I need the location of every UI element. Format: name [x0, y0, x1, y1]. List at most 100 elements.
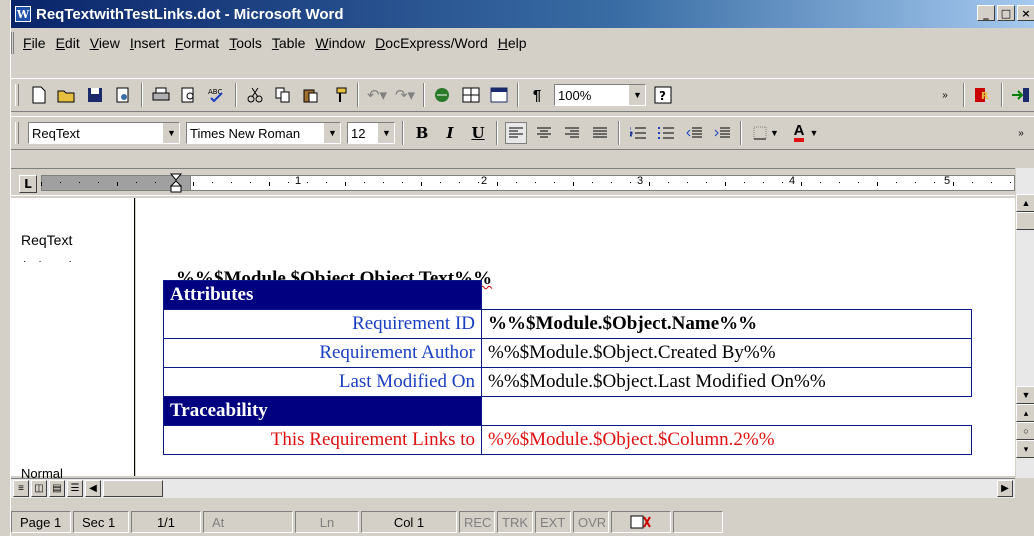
align-center-icon[interactable] [533, 122, 555, 144]
close-button[interactable]: × [1017, 5, 1034, 21]
web-layout-icon[interactable]: ◫ [31, 480, 47, 497]
paste-icon[interactable] [300, 84, 322, 106]
table-row[interactable]: Requirement ID %%$Module.$Object.Name%% [163, 309, 972, 339]
row-label[interactable]: Traceability [163, 396, 482, 426]
status-ext[interactable]: EXT [535, 511, 571, 533]
decrease-indent-icon[interactable] [683, 122, 705, 144]
status-page[interactable]: Page 1 [11, 511, 71, 533]
insert-table-icon[interactable] [488, 84, 510, 106]
font-size-combo[interactable]: 12 ▼ [347, 122, 395, 144]
table-row[interactable]: Last Modified On %%$Module.$Object.Last M… [163, 367, 972, 397]
underline-button[interactable]: U [467, 122, 489, 144]
print-preview-icon[interactable] [178, 84, 200, 106]
chevron-down-icon[interactable]: ▼ [163, 123, 179, 143]
bold-button[interactable]: B [411, 122, 433, 144]
document-area[interactable]: %%$Module.$Object.Object Text%% Attribut… [136, 198, 1016, 476]
align-right-icon[interactable] [561, 122, 583, 144]
status-trk[interactable]: TRK [497, 511, 533, 533]
menu-file[interactable]: File [18, 35, 51, 51]
spelling-icon[interactable]: ABC [206, 84, 228, 106]
menu-tools[interactable]: Tools [224, 35, 267, 51]
chevron-down-icon[interactable]: ▼ [324, 123, 340, 143]
docexpress-exit-icon[interactable] [1010, 84, 1032, 106]
menu-docexpress[interactable]: DocExpress/Word [370, 35, 493, 51]
tables-borders-icon[interactable] [460, 84, 482, 106]
menu-insert[interactable]: Insert [125, 35, 170, 51]
menu-format[interactable]: Format [170, 35, 224, 51]
justify-icon[interactable] [589, 122, 611, 144]
undo-icon[interactable]: ↶▾ [366, 84, 388, 106]
numbering-icon[interactable] [627, 122, 649, 144]
align-left-icon[interactable] [505, 122, 527, 144]
browse-object-button[interactable]: ○ [1016, 422, 1034, 440]
more-icon[interactable]: » [934, 84, 956, 106]
menu-edit[interactable]: Edit [51, 35, 85, 51]
row-value[interactable]: %%$Module.$Object.Last Modified On%% [481, 367, 972, 397]
next-page-button[interactable]: ▾ [1016, 440, 1034, 458]
table-row[interactable]: Traceability [163, 396, 972, 426]
previous-page-button[interactable]: ▴ [1016, 404, 1034, 422]
horizontal-scrollbar[interactable]: ≡ ◫ ▤ ☰ ◀ ▶ [11, 478, 1015, 498]
row-value[interactable]: %%$Module.$Object.Name%% [481, 309, 972, 339]
row-label[interactable]: This Requirement Links to [163, 425, 482, 455]
word-app-icon[interactable]: W [15, 6, 31, 22]
scroll-up-button[interactable]: ▲ [1016, 194, 1034, 212]
vertical-scrollbar[interactable]: ▲ ▼ ▴ ○ ▾ [1015, 168, 1034, 478]
table-row[interactable]: Attributes [163, 280, 972, 310]
scroll-left-button[interactable]: ◀ [85, 480, 101, 497]
menu-help[interactable]: Help [493, 35, 532, 51]
docexpress-icon[interactable]: R [972, 84, 994, 106]
menu-window[interactable]: Window [310, 35, 370, 51]
open-icon[interactable] [56, 84, 78, 106]
row-label[interactable]: Attributes [163, 280, 482, 310]
font-color-button[interactable]: A ▼ [789, 122, 823, 144]
hscroll-thumb[interactable] [103, 480, 163, 497]
more-icon[interactable]: » [1010, 122, 1032, 144]
spelling-status-icon[interactable] [611, 511, 671, 533]
scroll-thumb[interactable] [1016, 212, 1034, 230]
toolbar-grip[interactable] [15, 84, 19, 106]
row-label[interactable]: Requirement ID [163, 309, 482, 339]
borders-icon[interactable]: ▼ [749, 122, 783, 144]
title-bar[interactable]: W ReqTextwithTestLinks.dot - Microsoft W… [11, 0, 1034, 28]
row-value[interactable] [481, 396, 972, 426]
indent-marker-icon[interactable] [170, 173, 184, 195]
row-label[interactable]: Last Modified On [163, 367, 482, 397]
row-value[interactable] [481, 280, 972, 310]
increase-indent-icon[interactable] [711, 122, 733, 144]
scroll-right-button[interactable]: ▶ [997, 480, 1013, 497]
style-combo[interactable]: ReqText ▼ [28, 122, 180, 144]
redo-icon[interactable]: ↷▾ [394, 84, 416, 106]
chevron-down-icon[interactable]: ▼ [629, 85, 645, 105]
chevron-down-icon[interactable]: ▼ [809, 128, 818, 138]
tab-selector[interactable]: L [19, 175, 37, 193]
cut-icon[interactable] [244, 84, 266, 106]
scroll-down-button[interactable]: ▼ [1016, 386, 1034, 404]
requirement-table[interactable]: Attributes Requirement ID %%$Module.$Objec… [163, 280, 972, 455]
row-label[interactable]: Requirement Author [163, 338, 482, 368]
table-row[interactable]: Requirement Author %%$Module.$Object.Crea… [163, 338, 972, 368]
minimize-button[interactable]: _ [977, 5, 995, 21]
table-row[interactable]: This Requirement Links to %%$Module.$Obje… [163, 425, 972, 455]
bullets-icon[interactable] [655, 122, 677, 144]
italic-button[interactable]: I [439, 122, 461, 144]
menu-table[interactable]: Table [267, 35, 310, 51]
format-painter-icon[interactable] [328, 84, 350, 106]
toolbar-grip[interactable] [15, 122, 19, 144]
horizontal-ruler[interactable]: L 1 2 3 4 5 [11, 168, 1015, 196]
help-icon[interactable]: ? [652, 84, 674, 106]
show-formatting-icon[interactable]: ¶ [526, 84, 548, 106]
row-value[interactable]: %%$Module.$Object.$Column.2%% [481, 425, 972, 455]
permission-icon[interactable] [112, 84, 134, 106]
row-value[interactable]: %%$Module.$Object.Created By%% [481, 338, 972, 368]
chevron-down-icon[interactable]: ▼ [378, 123, 394, 143]
print-icon[interactable] [150, 84, 172, 106]
menu-view[interactable]: View [85, 35, 125, 51]
status-ovr[interactable]: OVR [573, 511, 609, 533]
maximize-button[interactable]: □ [997, 5, 1015, 21]
save-icon[interactable] [84, 84, 106, 106]
status-rec[interactable]: REC [459, 511, 495, 533]
copy-icon[interactable] [272, 84, 294, 106]
font-combo[interactable]: Times New Roman ▼ [186, 122, 341, 144]
outline-view-icon[interactable]: ☰ [67, 480, 83, 497]
